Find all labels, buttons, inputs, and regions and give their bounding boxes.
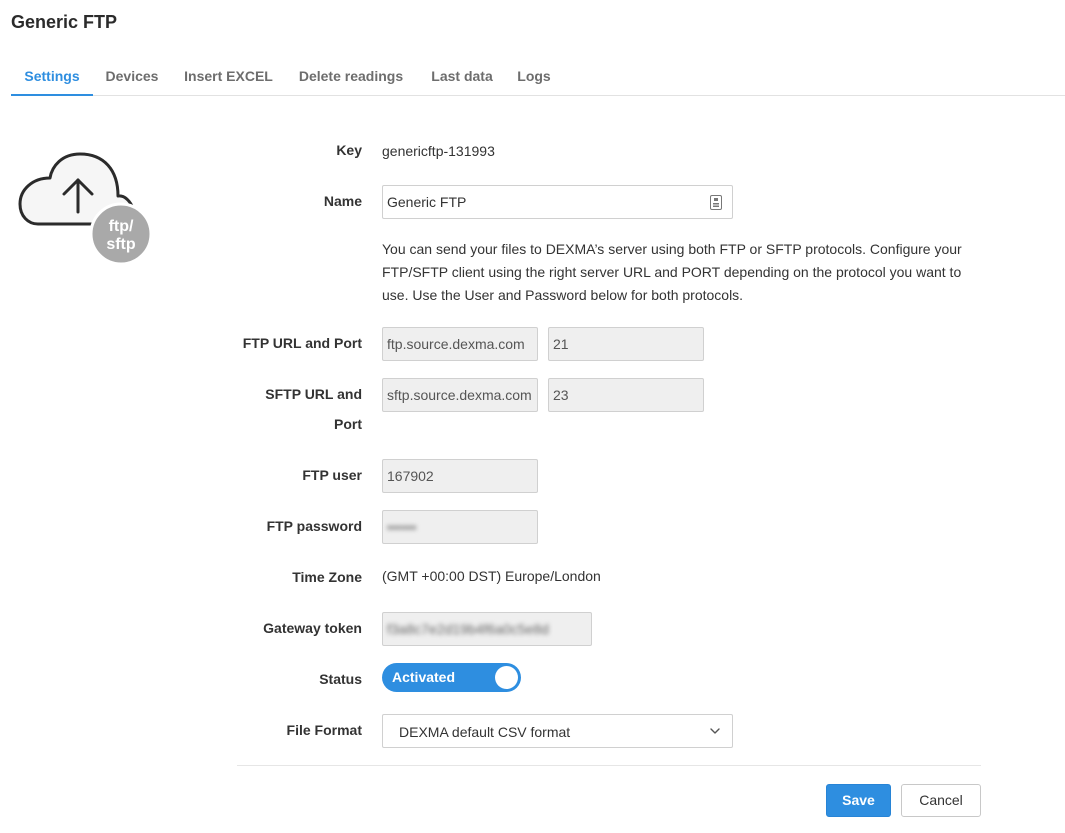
tab-bar: Settings Devices Insert EXCEL Delete rea… [11,58,1065,96]
status-label: Status [319,671,362,687]
sftp-url-label-line2: Port [334,416,362,432]
gateway-token-label: Gateway token [263,620,362,636]
status-toggle-knob [495,666,518,689]
ftp-url-field[interactable]: ftp.source.dexma.com [382,327,538,361]
key-value: genericftp-131993 [382,143,495,159]
save-button[interactable]: Save [826,784,891,817]
name-label: Name [323,193,362,209]
ftp-password-value: •••••• [387,519,417,535]
time-zone-value: (GMT +00:00 DST) Europe/London [382,568,601,584]
time-zone-label: Time Zone [292,569,362,585]
ftp-password-label: FTP password [266,518,362,534]
status-toggle[interactable]: Activated [382,663,521,692]
ftp-info-text: You can send your files to DEXMA’s serve… [382,241,962,303]
name-input-value: Generic FTP [387,194,467,210]
ftp-logo: ftp/ sftp [18,150,158,268]
sftp-url-label-line1: SFTP URL and [265,386,362,402]
logo-badge-line1: ftp/ [109,218,134,235]
gateway-token-field[interactable]: f3a8c7e2d19b4f6a0c5e8d [382,612,592,646]
chevron-down-icon [710,728,720,734]
sftp-url-field[interactable]: sftp.source.dexma.com [382,378,538,412]
name-input[interactable]: Generic FTP [382,185,733,219]
contact-card-icon [710,195,722,210]
sftp-port-field[interactable]: 23 [548,378,704,412]
key-label: Key [336,142,362,158]
tab-devices[interactable]: Devices [101,58,163,96]
gateway-token-value: f3a8c7e2d19b4f6a0c5e8d [387,621,549,637]
ftp-url-label: FTP URL and Port [242,335,362,351]
ftp-user-field[interactable]: 167902 [382,459,538,493]
tab-last-data[interactable]: Last data [427,58,497,96]
ftp-port-field[interactable]: 21 [548,327,704,361]
form-divider [237,765,981,766]
page-title: Generic FTP [11,12,118,32]
tab-settings[interactable]: Settings [11,58,93,96]
status-toggle-label: Activated [392,669,456,685]
tab-logs[interactable]: Logs [514,58,554,96]
file-format-select[interactable]: DEXMA default CSV format [382,714,733,748]
ftp-password-field[interactable]: •••••• [382,510,538,544]
cloud-upload-icon: ftp/ sftp [18,152,153,266]
tab-insert-excel[interactable]: Insert EXCEL [181,58,276,96]
ftp-user-label: FTP user [302,467,362,483]
tab-delete-readings[interactable]: Delete readings [295,58,407,96]
logo-badge-line2: sftp [106,236,136,253]
file-format-selected: DEXMA default CSV format [399,724,571,740]
file-format-label: File Format [286,722,362,738]
cancel-button[interactable]: Cancel [901,784,981,817]
